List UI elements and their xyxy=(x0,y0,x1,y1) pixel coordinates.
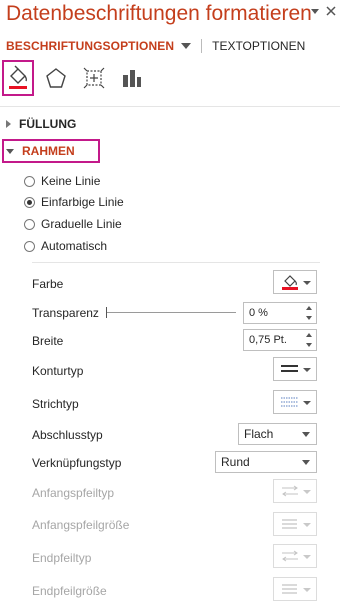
width-label: Breite xyxy=(32,334,64,348)
chevron-down-icon xyxy=(303,368,311,372)
header-divider xyxy=(0,106,340,107)
effects-category[interactable] xyxy=(42,62,70,94)
radio-label: Graduelle Linie xyxy=(41,217,122,231)
radio-button[interactable] xyxy=(24,240,35,252)
width-value: 0,75 Pt. xyxy=(249,334,287,346)
transparency-label: Transparenz xyxy=(32,306,99,320)
effects-pentagon-icon xyxy=(46,68,66,88)
end-arrow-size-label: Endpfeilgröße xyxy=(32,584,107,598)
join-type-label: Verknüpfungstyp xyxy=(32,456,122,470)
spin-down-icon[interactable] xyxy=(306,316,312,320)
fill-line-category[interactable] xyxy=(2,60,34,96)
begin-arrow-type-label: Anfangspfeiltyp xyxy=(32,486,115,500)
compound-type-label: Konturtyp xyxy=(32,364,84,378)
pane-title: Datenbeschriftungen formatieren xyxy=(6,2,312,25)
join-type-value: Rund xyxy=(221,455,250,469)
transparency-value: 0 % xyxy=(249,307,268,319)
radio-label: Einfarbige Linie xyxy=(41,195,124,209)
pane-options-icon[interactable] xyxy=(310,6,320,16)
compound-lines-icon xyxy=(281,365,298,372)
chevron-down-icon xyxy=(302,460,310,465)
chevron-down-icon xyxy=(303,555,311,559)
transparency-spinner[interactable]: 0 % xyxy=(243,302,317,324)
chevron-down-icon xyxy=(303,588,311,592)
options-divider xyxy=(32,262,320,263)
dash-type-button[interactable] xyxy=(273,390,317,414)
dash-type-label: Strichtyp xyxy=(32,397,79,411)
fill-line-icon xyxy=(9,65,28,89)
tab-label-options[interactable]: BESCHRIFTUNGSOPTIONEN xyxy=(6,39,174,53)
transparency-slider-track[interactable] xyxy=(106,312,236,313)
pane-controls xyxy=(310,6,336,16)
outline-color-icon xyxy=(282,275,298,290)
size-properties-category[interactable] xyxy=(80,62,108,94)
end-arrow-type-label: Endpfeiltyp xyxy=(32,551,92,565)
radio-label: Keine Linie xyxy=(41,174,101,188)
label-options-chart-icon xyxy=(123,70,141,87)
radio-button[interactable] xyxy=(24,175,35,187)
spinner-arrows[interactable] xyxy=(304,331,314,349)
chevron-down-icon xyxy=(303,523,311,527)
transparency-slider-thumb[interactable] xyxy=(106,307,107,318)
chevron-down-icon xyxy=(302,432,310,437)
section-border-label: RAHMEN xyxy=(22,144,75,158)
radio-gradient-line[interactable]: Graduelle Linie xyxy=(24,217,122,231)
end-arrow-type-button[interactable] xyxy=(273,544,317,568)
width-spinner[interactable]: 0,75 Pt. xyxy=(243,329,317,351)
size-properties-icon xyxy=(83,67,105,89)
radio-button-selected[interactable] xyxy=(24,196,35,208)
radio-button[interactable] xyxy=(24,218,35,230)
expand-arrow-icon xyxy=(6,120,11,128)
arrow-type-icon xyxy=(282,485,298,497)
dash-lines-icon xyxy=(281,397,298,407)
cap-type-select[interactable]: Flach xyxy=(238,423,317,445)
collapse-arrow-icon xyxy=(6,148,14,154)
category-icon-row xyxy=(2,60,146,96)
arrow-type-icon xyxy=(282,550,298,562)
color-label: Farbe xyxy=(32,277,64,291)
chevron-down-icon xyxy=(303,401,311,405)
cap-type-value: Flach xyxy=(244,427,274,441)
spin-down-icon[interactable] xyxy=(306,343,312,347)
spin-up-icon[interactable] xyxy=(306,333,312,337)
spinner-arrows[interactable] xyxy=(304,304,314,322)
join-type-select[interactable]: Rund xyxy=(215,451,317,473)
label-options-category[interactable] xyxy=(118,62,146,94)
color-picker-button[interactable] xyxy=(273,270,317,294)
section-fill-label: FÜLLUNG xyxy=(19,117,77,131)
compound-type-button[interactable] xyxy=(273,357,317,381)
radio-label: Automatisch xyxy=(41,239,108,253)
begin-arrow-size-button[interactable] xyxy=(273,512,317,536)
begin-arrow-size-label: Anfangspfeilgröße xyxy=(32,518,130,532)
radio-automatic[interactable]: Automatisch xyxy=(24,239,107,253)
tab-dropdown-arrow[interactable] xyxy=(181,43,192,49)
begin-arrow-type-button[interactable] xyxy=(273,479,317,503)
section-border[interactable]: RAHMEN xyxy=(6,144,75,158)
tab-separator xyxy=(201,39,203,53)
section-fill[interactable]: FÜLLUNG xyxy=(6,117,76,131)
chevron-down-icon xyxy=(303,490,311,494)
radio-no-line[interactable]: Keine Linie xyxy=(24,174,100,188)
spin-up-icon[interactable] xyxy=(306,306,312,310)
close-icon[interactable] xyxy=(326,6,336,16)
tab-text-options[interactable]: TEXTOPTIONEN xyxy=(212,39,305,53)
radio-solid-line[interactable]: Einfarbige Linie xyxy=(24,195,124,209)
cap-type-label: Abschlusstyp xyxy=(32,428,103,442)
arrow-size-icon xyxy=(282,584,297,594)
end-arrow-size-button[interactable] xyxy=(273,577,317,601)
options-tabs: BESCHRIFTUNGSOPTIONEN TEXTOPTIONEN xyxy=(6,39,305,53)
arrow-size-icon xyxy=(282,519,297,529)
chevron-down-icon xyxy=(303,281,311,285)
